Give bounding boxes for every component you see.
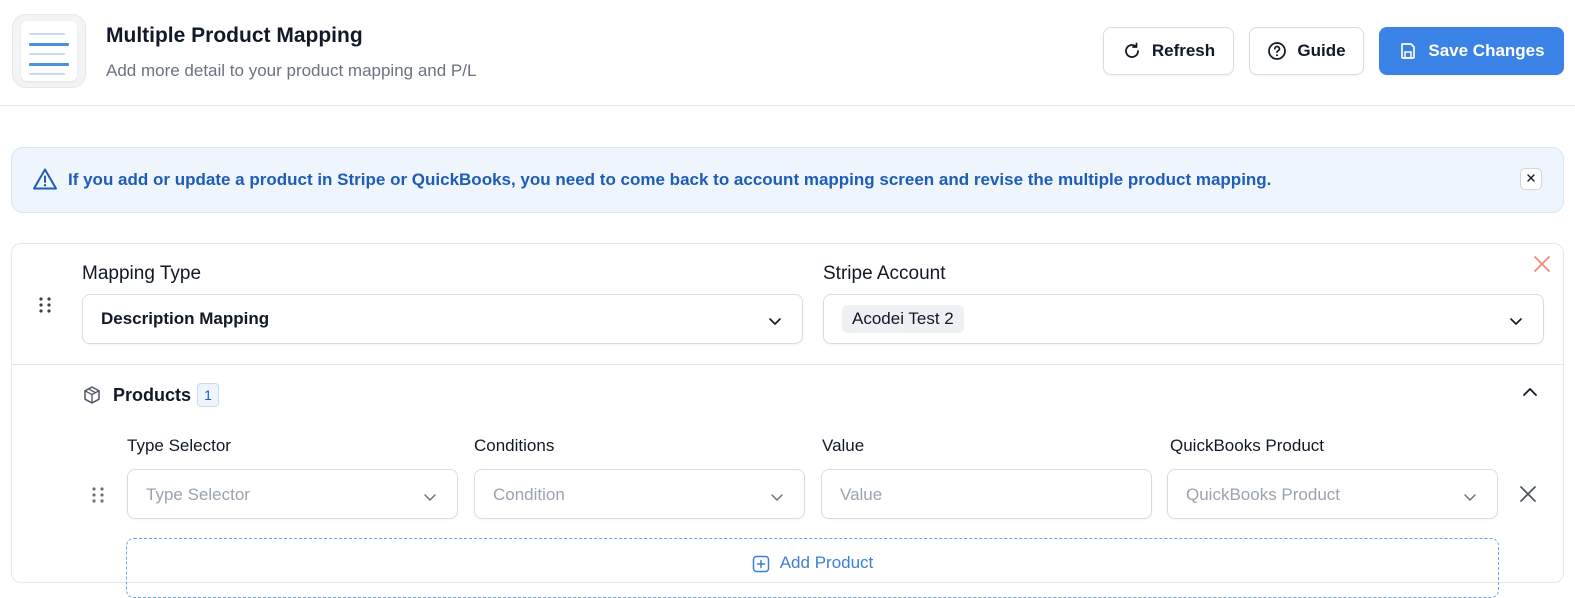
refresh-button-label: Refresh <box>1151 41 1216 60</box>
chevron-down-icon <box>423 489 437 507</box>
stripe-account-label: Stripe Account <box>823 263 946 284</box>
app-logo-icon <box>12 14 86 88</box>
quickbooks-product-select[interactable]: QuickBooks Product <box>1167 469 1498 519</box>
chevron-down-icon <box>770 489 784 507</box>
chevron-down-icon <box>1509 313 1523 331</box>
condition-select[interactable]: Condition <box>474 469 805 519</box>
plus-square-icon <box>752 553 770 597</box>
refresh-button[interactable]: Refresh <box>1103 27 1234 75</box>
mapping-type-select[interactable]: Description Mapping <box>82 294 803 344</box>
close-icon <box>1526 170 1536 188</box>
save-changes-label: Save Changes <box>1428 41 1545 60</box>
quickbooks-product-placeholder: QuickBooks Product <box>1186 485 1341 504</box>
stripe-account-select[interactable]: Acodei Test 2 <box>823 294 1544 344</box>
column-type-selector: Type Selector <box>127 436 231 455</box>
refresh-icon <box>1122 41 1142 61</box>
type-selector-select[interactable]: Type Selector <box>127 469 458 519</box>
card-divider <box>12 364 1563 365</box>
type-selector-placeholder: Type Selector <box>146 485 250 504</box>
package-icon <box>82 385 102 410</box>
chevron-down-icon <box>768 313 782 331</box>
products-title: Products <box>113 385 192 405</box>
page-title: Multiple Product Mapping <box>106 24 363 47</box>
drag-handle-icon[interactable] <box>38 296 52 319</box>
column-value: Value <box>822 436 865 455</box>
help-circle-icon <box>1267 41 1287 61</box>
add-product-label: Add Product <box>779 553 874 572</box>
remove-mapping-button[interactable] <box>1533 255 1551 278</box>
value-input[interactable]: Value <box>821 469 1152 519</box>
stripe-account-chip: Acodei Test 2 <box>842 305 964 333</box>
alert-message: If you add or update a product in Stripe… <box>68 170 1272 189</box>
page-subtitle: Add more detail to your product mapping … <box>106 61 477 80</box>
column-quickbooks-product: QuickBooks Product <box>1170 436 1325 455</box>
info-alert: If you add or update a product in Stripe… <box>11 147 1564 213</box>
warning-triangle-icon <box>32 167 58 196</box>
collapse-products-button[interactable] <box>1521 385 1539 404</box>
products-count-badge: 1 <box>197 383 219 407</box>
mapping-type-label: Mapping Type <box>82 263 202 284</box>
mapping-card: Mapping Type Description Mapping Stripe … <box>11 243 1564 598</box>
row-drag-handle-icon[interactable] <box>91 486 105 509</box>
alert-close-button[interactable] <box>1520 168 1542 190</box>
guide-button[interactable]: Guide <box>1249 27 1364 75</box>
condition-placeholder: Condition <box>493 485 565 504</box>
column-conditions: Conditions <box>474 436 555 455</box>
value-placeholder: Value <box>840 485 883 504</box>
save-icon <box>1398 41 1418 61</box>
remove-row-button[interactable] <box>1518 484 1538 509</box>
chevron-down-icon <box>1463 489 1477 507</box>
add-product-button[interactable]: Add Product <box>126 538 1499 598</box>
page-header: Multiple Product Mapping Add more detail… <box>0 0 1575 106</box>
guide-button-label: Guide <box>1297 41 1346 60</box>
save-changes-button[interactable]: Save Changes <box>1379 27 1564 75</box>
mapping-type-value: Description Mapping <box>101 309 270 328</box>
